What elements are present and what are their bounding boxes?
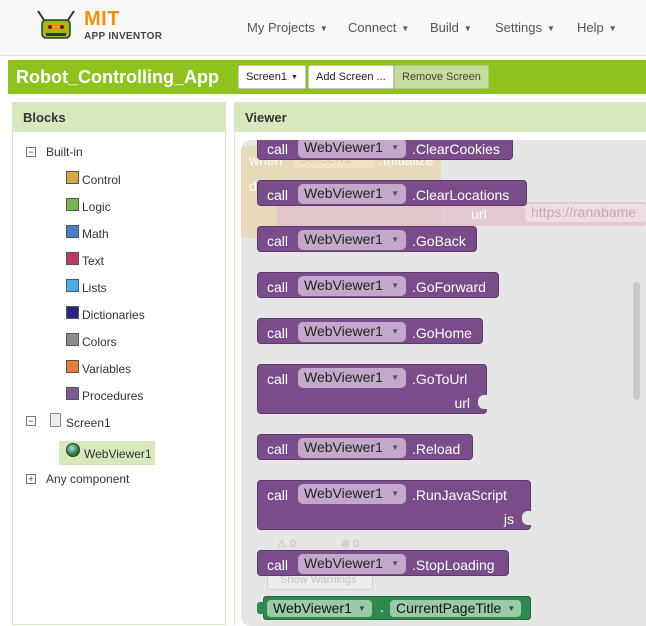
dropdown-arrow-icon: ▼	[391, 189, 399, 198]
input-socket[interactable]	[522, 511, 531, 525]
error-indicator: ⊗ 0	[341, 538, 360, 550]
screen-icon	[50, 413, 61, 427]
component-dropdown[interactable]: WebViewer1 ▼	[298, 368, 406, 388]
brand-app-inventor: APP INVENTOR	[84, 31, 163, 42]
caret-down-icon: ▼	[290, 74, 298, 81]
component-dropdown[interactable]: WebViewer1 ▼	[298, 554, 406, 574]
dropdown-arrow-icon: ▼	[391, 143, 399, 152]
top-navbar: MIT APP INVENTOR My Projects ▼ Connect ▼ B…	[0, 0, 646, 56]
getter-property-dropdown[interactable]: CurrentPageTitle ▼	[390, 600, 522, 617]
dropdown-arrow-icon: ▼	[391, 373, 399, 382]
nav-build[interactable]: Build ▼	[430, 20, 472, 35]
math-color-icon	[66, 225, 79, 238]
category-math[interactable]: Math	[82, 227, 109, 241]
screen1-tree-label[interactable]: Screen1	[66, 416, 111, 430]
method-block-reload[interactable]: call WebViewer1 ▼ .Reload	[257, 434, 473, 460]
nav-settings[interactable]: Settings ▼	[495, 20, 555, 35]
method-block-stoploading[interactable]: call WebViewer1 ▼ .StopLoading	[257, 550, 509, 576]
category-text[interactable]: Text	[82, 254, 104, 268]
collapse-icon[interactable]: −	[26, 147, 36, 157]
dropdown-arrow-icon: ▼	[507, 604, 516, 613]
expand-icon[interactable]: +	[26, 474, 36, 484]
dropdown-arrow-icon: ▼	[391, 443, 399, 452]
component-dropdown[interactable]: WebViewer1 ▼	[298, 438, 406, 458]
method-block-goback[interactable]: call WebViewer1 ▼ .GoBack	[257, 226, 477, 252]
colors-color-icon	[66, 333, 79, 346]
caret-down-icon: ▼	[546, 24, 555, 33]
webviewer1-tree-label: WebViewer1	[84, 447, 152, 461]
dropdown-arrow-icon: ▼	[391, 559, 399, 568]
viewer-panel: Viewer when Screen1 .Initialize do url h…	[234, 102, 646, 626]
add-screen-button[interactable]: Add Screen ...	[308, 65, 394, 89]
any-component-tree-label[interactable]: Any component	[46, 472, 129, 486]
input-socket[interactable]	[478, 395, 487, 409]
screen-select-button[interactable]: Screen1 ▼	[238, 65, 306, 89]
blocks-workspace[interactable]: when Screen1 .Initialize do url https://…	[241, 140, 646, 626]
dropdown-arrow-icon: ▼	[391, 235, 399, 244]
workspace-scrollbar[interactable]	[633, 282, 640, 400]
caret-down-icon: ▼	[608, 24, 617, 33]
component-dropdown[interactable]: WebViewer1 ▼	[298, 276, 406, 296]
method-block-clearlocations[interactable]: call WebViewer1 ▼ .ClearLocations	[257, 180, 527, 206]
method-block-clearcookies[interactable]: call WebViewer1 ▼ .ClearCookies	[257, 140, 513, 160]
component-dropdown[interactable]: WebViewer1 ▼	[298, 140, 406, 158]
dictionaries-color-icon	[66, 306, 79, 319]
blocks-panel: Blocks − Built-in Control Logic Math Tex…	[12, 102, 226, 625]
method-block-goforward[interactable]: call WebViewer1 ▼ .GoForward	[257, 272, 499, 298]
category-lists[interactable]: Lists	[82, 281, 107, 295]
component-dropdown[interactable]: WebViewer1 ▼	[298, 230, 406, 250]
lists-color-icon	[66, 279, 79, 292]
project-title: Robot_Controlling_App	[16, 67, 219, 87]
caret-down-icon: ▼	[401, 24, 410, 33]
method-block-gohome[interactable]: call WebViewer1 ▼ .GoHome	[257, 318, 483, 344]
category-variables[interactable]: Variables	[82, 362, 131, 376]
brand-mit: MIT	[84, 8, 120, 30]
remove-screen-button[interactable]: Remove Screen	[394, 65, 489, 89]
text-color-icon	[66, 252, 79, 265]
nav-help[interactable]: Help ▼	[577, 20, 617, 35]
nav-connect[interactable]: Connect ▼	[348, 20, 409, 35]
webviewer1-tree-item[interactable]: WebViewer1	[59, 441, 155, 465]
arg-url-label: url	[454, 395, 470, 411]
nav-my-projects[interactable]: My Projects ▼	[247, 20, 328, 35]
procedures-color-icon	[66, 387, 79, 400]
component-dropdown[interactable]: WebViewer1 ▼	[298, 184, 406, 204]
variables-color-icon	[66, 360, 79, 373]
warning-indicator: ⚠ 0	[277, 538, 297, 550]
dropdown-arrow-icon: ▼	[391, 327, 399, 336]
method-block-runjavascript[interactable]: call WebViewer1 ▼ .RunJavaScript js	[257, 480, 531, 530]
blocks-panel-title: Blocks	[13, 103, 225, 132]
category-procedures[interactable]: Procedures	[82, 389, 143, 403]
output-plug	[257, 602, 265, 614]
viewer-panel-title: Viewer	[235, 103, 646, 132]
dropdown-arrow-icon: ▼	[391, 489, 399, 498]
dropdown-arrow-icon: ▼	[357, 604, 366, 613]
arg-js-label: js	[503, 511, 514, 527]
control-color-icon	[66, 171, 79, 184]
collapse-icon[interactable]: −	[26, 416, 36, 426]
component-dropdown[interactable]: WebViewer1 ▼	[298, 322, 406, 342]
category-dictionaries[interactable]: Dictionaries	[82, 308, 145, 322]
ghost-url-label: url	[471, 206, 487, 222]
builtin-tree-label[interactable]: Built-in	[46, 145, 83, 159]
getter-block-currentpagetitle[interactable]: WebViewer1 ▼ . CurrentPageTitle ▼	[257, 596, 531, 620]
category-colors[interactable]: Colors	[82, 335, 117, 349]
getter-component-dropdown[interactable]: WebViewer1 ▼	[267, 600, 372, 617]
caret-down-icon: ▼	[319, 24, 328, 33]
category-logic[interactable]: Logic	[82, 200, 111, 214]
app-inventor-logo-icon[interactable]	[34, 8, 78, 44]
ghost-url-value: https://ranabame	[525, 204, 646, 222]
dropdown-arrow-icon: ▼	[391, 281, 399, 290]
category-control[interactable]: Control	[82, 173, 121, 187]
project-toolbar: Robot_Controlling_App Screen1 ▼ Add Scree…	[8, 60, 646, 94]
logic-color-icon	[66, 198, 79, 211]
globe-icon	[66, 443, 80, 457]
caret-down-icon: ▼	[463, 24, 472, 33]
method-block-gotourl[interactable]: call WebViewer1 ▼ .GoToUrl url	[257, 364, 487, 414]
component-dropdown[interactable]: WebViewer1 ▼	[298, 484, 406, 504]
